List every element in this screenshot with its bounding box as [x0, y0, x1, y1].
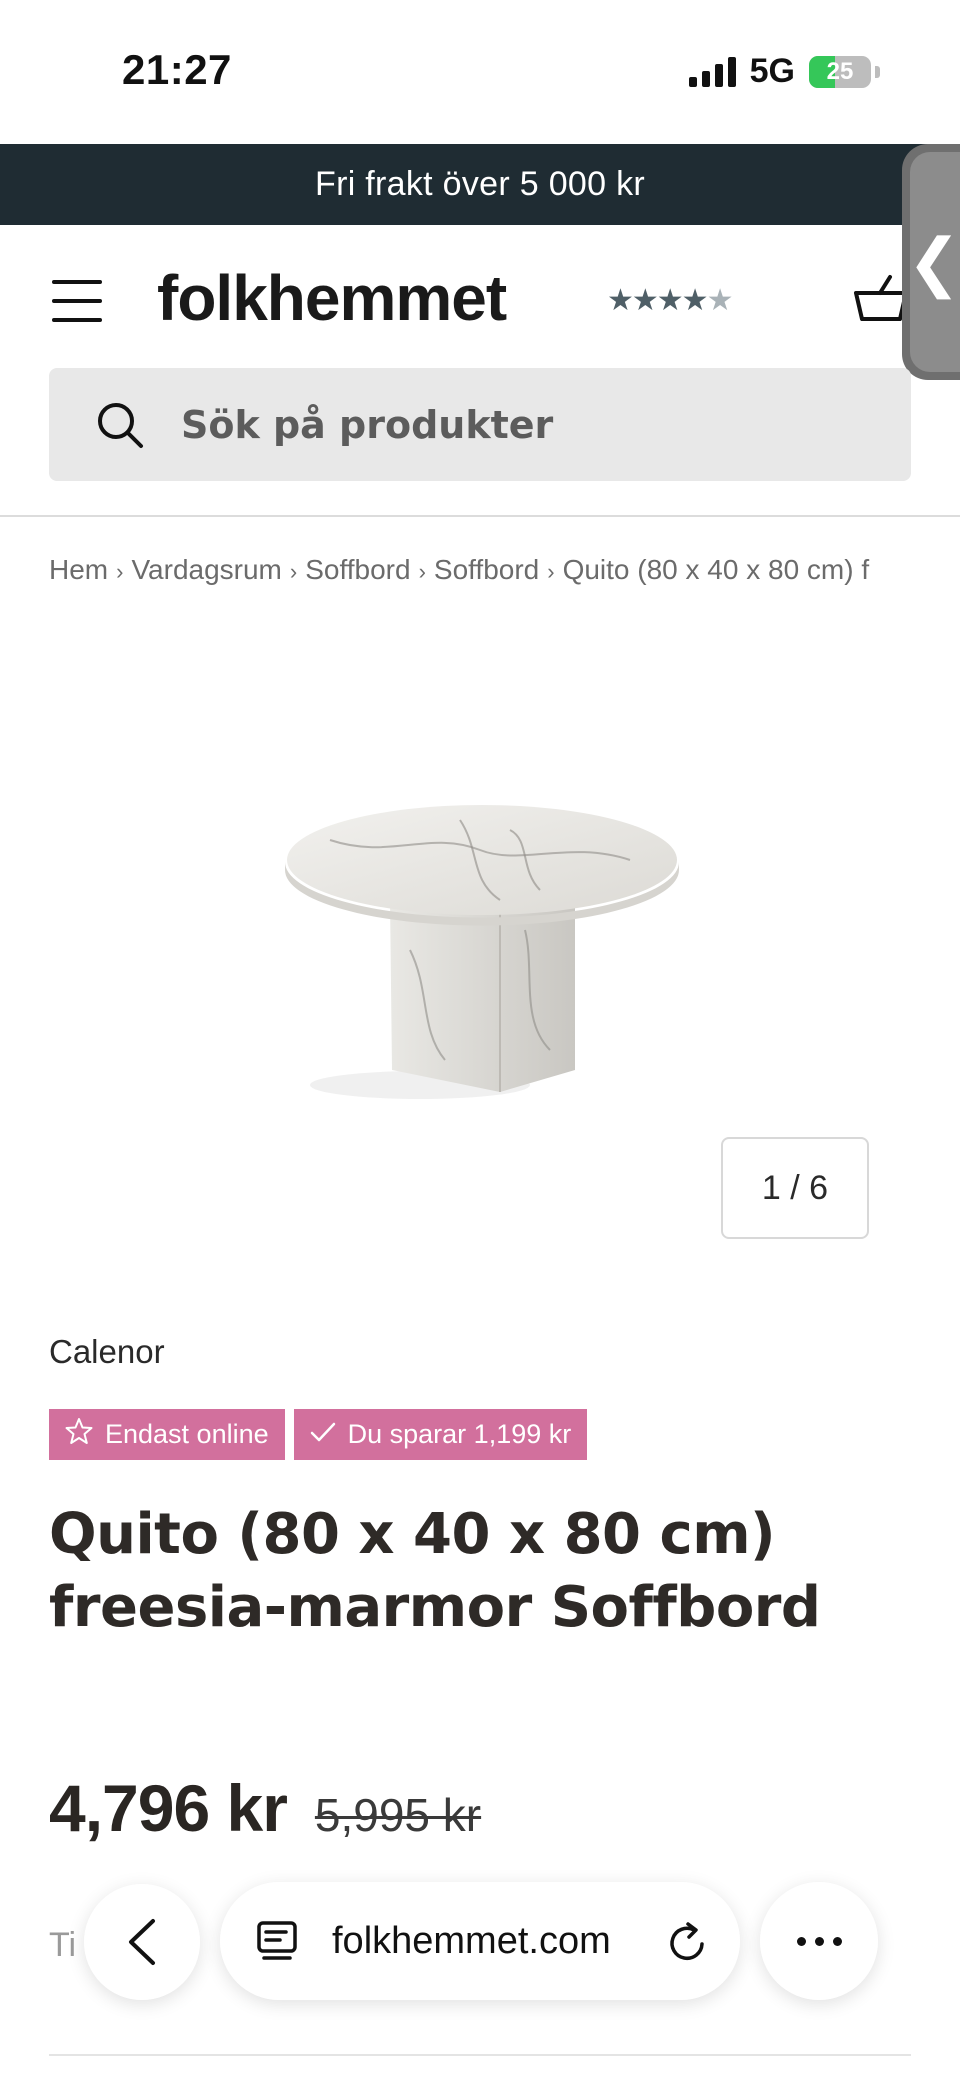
breadcrumb-item-current: Quito (80 x 40 x 80 cm) f [562, 554, 870, 585]
tabs-icon[interactable] [256, 1920, 298, 1969]
section-divider [49, 2054, 911, 2056]
search-bar[interactable] [49, 368, 911, 481]
chevron-left-icon: ❮ [907, 225, 960, 298]
status-time: 21:27 [122, 46, 232, 93]
star-icon: ★★★★ [607, 284, 709, 317]
badge-savings: Du sparar 1,199 kr [293, 1409, 588, 1460]
current-price: 4,796 kr [49, 1771, 288, 1845]
product-image[interactable] [270, 800, 690, 1140]
menu-icon[interactable] [52, 280, 102, 322]
header-divider [0, 515, 960, 517]
partial-text: Ti [49, 1926, 77, 1964]
network-label: 5G [749, 52, 795, 90]
rating-stars[interactable]: ★★★★★ [607, 283, 734, 318]
half-star-icon: ★ [706, 284, 734, 317]
price-row: 4,796 kr 5,995 kr [49, 1770, 481, 1846]
product-title: Quito (80 x 40 x 80 cm) freesia-marmor S… [49, 1502, 821, 1640]
gallery-counter: 1 / 6 [721, 1137, 869, 1239]
breadcrumb-item[interactable]: Soffbord [305, 554, 410, 585]
breadcrumb-item[interactable]: Hem [49, 554, 108, 585]
more-options-button[interactable] [760, 1882, 878, 2000]
promo-text: Fri frakt över 5 000 kr [315, 165, 645, 203]
badge-label: Endast online [105, 1419, 269, 1449]
breadcrumb-item[interactable]: Soffbord [434, 554, 539, 585]
promo-banner: Fri frakt över 5 000 kr [0, 144, 960, 225]
breadcrumb-item[interactable]: Vardagsrum [131, 554, 281, 585]
battery-icon: 25 [809, 55, 871, 88]
back-icon [129, 1919, 155, 1965]
star-icon [65, 1417, 93, 1452]
search-input[interactable] [181, 368, 881, 481]
side-panel-tab[interactable]: ❮ [902, 144, 960, 380]
reload-icon[interactable] [666, 1920, 708, 1969]
check-icon [310, 1419, 336, 1450]
more-icon [796, 1936, 806, 1946]
url-text[interactable]: folkhemmet.com [332, 1882, 611, 2000]
site-logo[interactable]: folkhemmet [157, 261, 507, 335]
badge-label: Du sparar 1,199 kr [347, 1419, 572, 1449]
breadcrumb: Hem › Vardagsrum › Soffbord › Soffbord › Quito (… [49, 554, 870, 585]
browser-back-button[interactable] [84, 1884, 200, 2000]
status-bar: 21:27 5G 25 [0, 0, 960, 144]
search-icon [95, 400, 145, 455]
original-price: 5,995 kr [314, 1789, 482, 1841]
browser-address-bar[interactable]: folkhemmet.com [220, 1882, 740, 2000]
product-badges: Endast online Du sparar 1,199 kr [49, 1409, 588, 1460]
signal-icon [688, 56, 736, 87]
site-header: folkhemmet ★★★★★ [0, 225, 960, 365]
product-brand[interactable]: Calenor [49, 1333, 165, 1371]
battery-level: 25 [826, 57, 854, 85]
status-indicators: 5G 25 [688, 52, 880, 91]
badge-online-only: Endast online [49, 1409, 285, 1460]
cart-icon[interactable] [850, 273, 910, 330]
